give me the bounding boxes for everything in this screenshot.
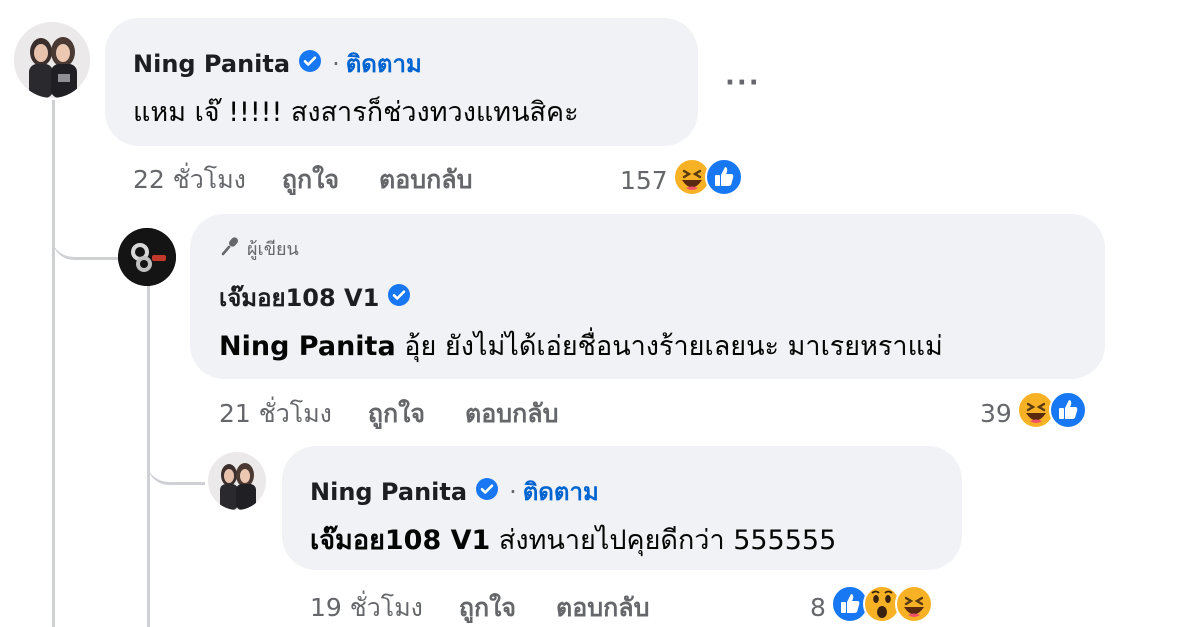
mention-link[interactable]: เจ๊มอย108 V1 [310,525,490,556]
comment-timestamp[interactable]: 21 ชั่วโมง [219,394,332,434]
comment-1-actions: 22 ชั่วโมง ถูกใจ ตอบกลับ [133,160,472,200]
commenter-name[interactable]: Ning Panita [133,50,290,78]
reaction-count: 8 [810,592,826,622]
haha-reaction-icon [894,584,934,627]
avatar-ning-panita[interactable] [14,22,90,98]
commenter-name[interactable]: เจ๊มอย108 V1 [219,278,379,317]
follow-link[interactable]: ติดตาม [346,44,422,83]
avatar-ning-panita-small[interactable] [208,452,266,510]
comment-2-reactions[interactable]: 39 [980,390,1088,436]
comment-2-actions: 21 ชั่วโมง ถูกใจ ตอบกลับ [219,394,558,434]
reply-button[interactable]: ตอบกลับ [379,160,472,200]
thread-connector-reply-2 [147,445,205,485]
thread-connector-reply-1 [52,225,118,260]
verified-badge-icon [475,477,499,507]
separator-dot: · [509,477,517,506]
comment-1-header: Ning Panita · ติดตาม [133,44,422,83]
verified-badge-icon [298,49,322,79]
microphone-icon [219,235,241,262]
comment-timestamp[interactable]: 22 ชั่วโมง [133,160,246,200]
comment-1-reactions[interactable]: 157 [620,157,744,203]
like-reaction-icon [704,157,744,203]
follow-link[interactable]: ติดตาม [523,472,599,511]
like-reaction-icon [1048,390,1088,436]
commenter-name[interactable]: Ning Panita [310,478,467,506]
separator-dot: · [332,49,340,78]
comment-1-text: แหม เจ๊ !!!!! สงสารก็ช่วงทวงแทนสิคะ [133,97,579,128]
comment-3-reactions[interactable]: 8 [810,584,934,627]
comment-3-body: ส่งทนายไปคุยดีกว่า 555555 [490,525,837,556]
comment-3-header: Ning Panita · ติดตาม [310,472,599,511]
author-badge: ผู้เขียน [219,234,299,263]
comment-2-body: อุ้ย ยังไม่ได้เอ่ยชื่อนางร้ายเลยนะ มาเรย… [395,331,943,362]
like-button[interactable]: ถูกใจ [368,394,425,434]
thread-line-main [52,100,55,627]
comment-3-text: เจ๊มอย108 V1 ส่งทนายไปคุยดีกว่า 555555 [310,518,836,561]
comment-2-header: เจ๊มอย108 V1 [219,278,411,317]
avatar-jemoy108[interactable] [118,228,176,286]
verified-badge-icon [387,283,411,313]
more-options-button[interactable]: ··· [725,68,761,98]
comment-3-actions: 19 ชั่วโมง ถูกใจ ตอบกลับ [310,588,649,627]
author-badge-label: ผู้เขียน [247,239,299,260]
reaction-count: 157 [620,165,668,195]
like-button[interactable]: ถูกใจ [459,588,516,627]
like-button[interactable]: ถูกใจ [282,160,339,200]
comment-timestamp[interactable]: 19 ชั่วโมง [310,588,423,627]
reply-button[interactable]: ตอบกลับ [556,588,649,627]
reaction-count: 39 [980,398,1012,428]
comment-2-text: Ning Panita อุ้ย ยังไม่ได้เอ่ยชื่อนางร้า… [219,324,943,367]
mention-link[interactable]: Ning Panita [219,331,396,362]
reply-button[interactable]: ตอบกลับ [465,394,558,434]
